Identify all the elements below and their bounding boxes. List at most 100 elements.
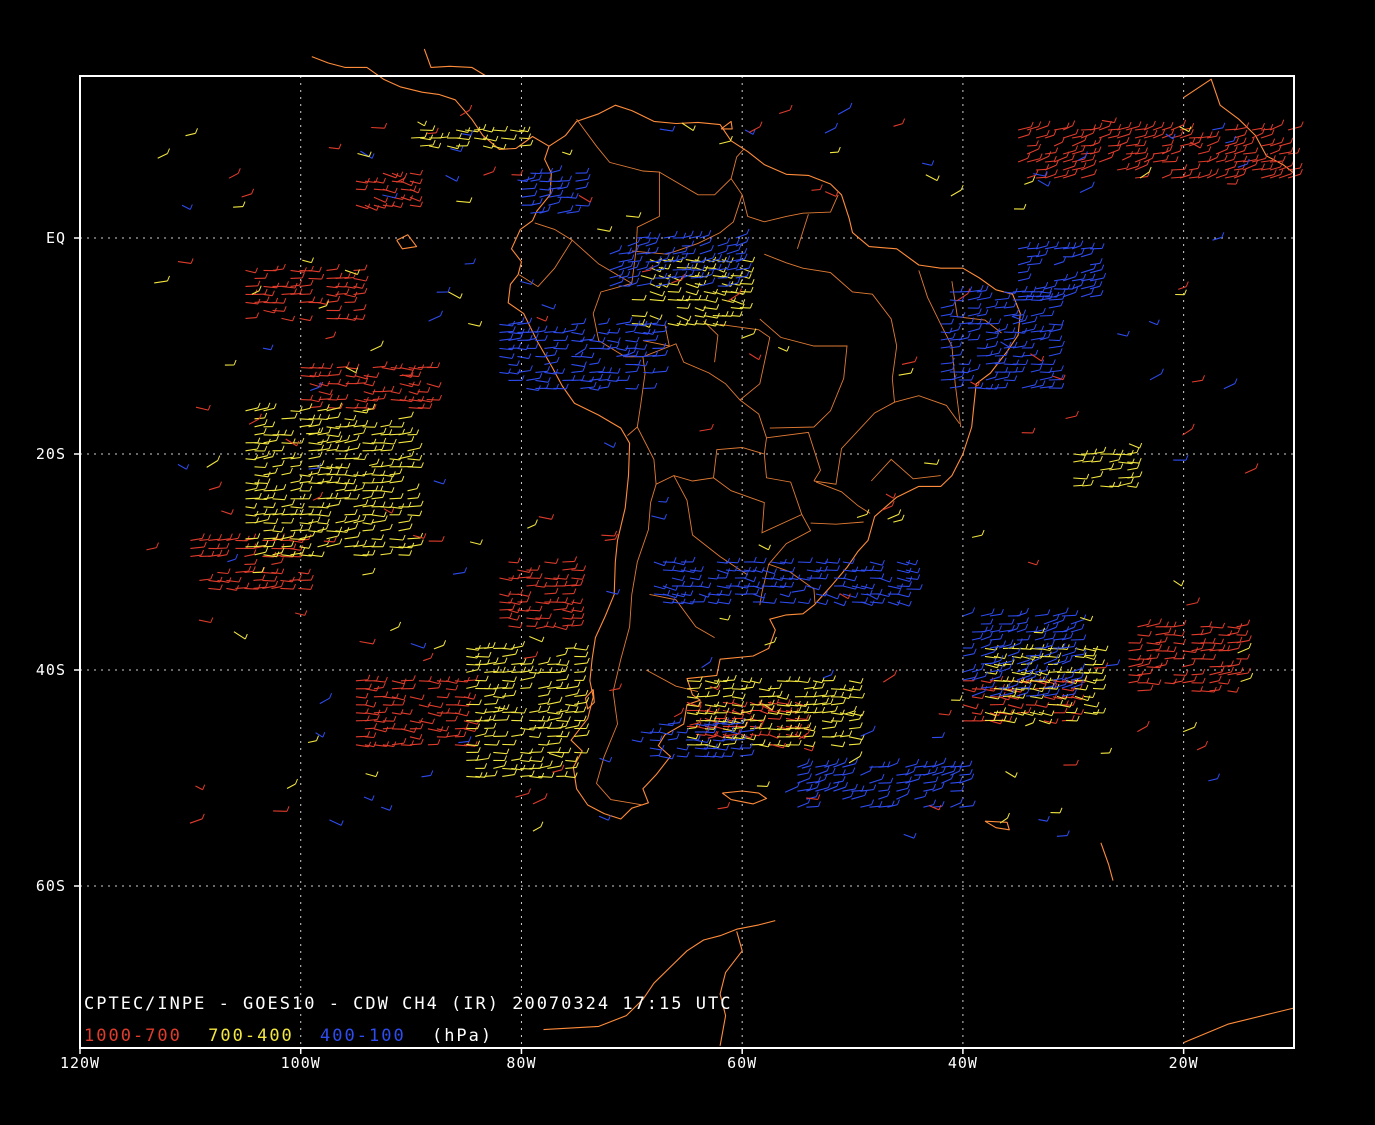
wind-barb-low xyxy=(475,674,479,681)
wind-barb-mid xyxy=(272,502,276,508)
wind-barb-high xyxy=(878,577,891,583)
wind-barb-low xyxy=(248,566,252,572)
wind-barb-low xyxy=(266,296,270,302)
wind-barb-mid xyxy=(482,145,493,149)
wind-barb-mid xyxy=(565,766,577,769)
wind-barb-mid xyxy=(705,265,708,272)
wind-barb-mid xyxy=(551,772,555,778)
wind-barb-mid xyxy=(779,690,783,696)
state-border xyxy=(759,318,848,429)
wind-barb-low xyxy=(1189,169,1193,175)
wind-barb-high xyxy=(1034,670,1046,673)
wind-barb-high xyxy=(649,754,660,757)
wind-barb-high xyxy=(837,107,851,115)
wind-barb-low xyxy=(373,711,386,714)
wind-barb-mid xyxy=(265,547,269,553)
wind-barb-high xyxy=(817,801,821,807)
wind-barb-low xyxy=(539,573,543,579)
wind-barb-mid xyxy=(466,140,470,146)
wind-barb-low xyxy=(1197,150,1209,155)
wind-barb-mid xyxy=(267,402,271,408)
wind-barb-mid xyxy=(281,460,285,466)
wind-barb-low xyxy=(553,625,567,631)
wind-barb-high xyxy=(1052,639,1055,646)
wind-barb-high xyxy=(950,308,954,315)
wind-barb-mid xyxy=(317,506,328,509)
wind-barb-high xyxy=(1025,623,1029,630)
wind-barb-high xyxy=(1060,365,1064,371)
wind-barb-mid xyxy=(813,682,817,688)
wind-barb-mid xyxy=(302,259,312,264)
wind-barb-mid xyxy=(344,484,348,490)
wind-barb-high xyxy=(664,514,667,520)
wind-barb-mid xyxy=(477,740,481,746)
wind-barb-high xyxy=(607,381,611,388)
wind-barb-low xyxy=(1197,597,1200,603)
wind-barb-mid xyxy=(583,675,586,681)
wind-barb-low xyxy=(432,718,435,724)
wind-barb-low xyxy=(1030,121,1034,128)
wind-barb-high xyxy=(1021,298,1032,301)
wind-barb-mid xyxy=(483,124,487,130)
wind-barb-mid xyxy=(1090,479,1094,486)
wind-barb-mid xyxy=(381,477,385,483)
wind-barb-mid xyxy=(856,513,868,519)
wind-barb-high xyxy=(738,244,742,251)
wind-barb-low xyxy=(1054,169,1058,175)
wind-barb-high xyxy=(616,321,631,325)
galapagos-coast xyxy=(396,234,418,250)
wind-barb-mid xyxy=(391,444,395,451)
wind-barb-high xyxy=(792,566,796,573)
wind-barb-low xyxy=(1053,155,1057,162)
wind-barb-mid xyxy=(719,617,729,621)
wind-barb-high xyxy=(658,750,662,756)
wind-barb-high xyxy=(818,566,822,573)
wind-barb-high xyxy=(460,146,464,152)
country-border xyxy=(767,514,816,604)
wind-barb-high xyxy=(1065,655,1068,662)
wind-barb-low xyxy=(308,277,322,280)
wind-barb-low xyxy=(282,263,286,270)
wind-barb-mid xyxy=(694,307,704,312)
wind-barb-mid xyxy=(1025,722,1034,727)
wind-barb-mid xyxy=(506,714,510,720)
wind-barb-mid xyxy=(560,760,564,767)
wind-barb-mid xyxy=(372,567,376,574)
wind-barb-low xyxy=(262,579,275,582)
wind-barb-mid xyxy=(576,688,580,694)
wind-barb-mid xyxy=(556,678,567,681)
wind-barb-low xyxy=(310,394,314,401)
wind-barb-high xyxy=(842,795,852,800)
wind-barb-high xyxy=(908,776,912,782)
wind-barb-mid xyxy=(407,458,420,461)
wind-barb-low xyxy=(262,574,266,580)
wind-barb-mid xyxy=(566,660,570,666)
wind-barb-mid xyxy=(290,410,301,413)
wind-barb-mid xyxy=(676,267,688,269)
wind-barb-high xyxy=(878,789,889,792)
wind-barb-high xyxy=(547,377,551,383)
wind-barb-mid xyxy=(447,131,450,138)
wind-barb-low xyxy=(493,166,496,172)
wind-barb-high xyxy=(779,601,794,604)
wind-barb-low xyxy=(409,736,420,740)
wind-barb-mid xyxy=(841,691,845,698)
wind-barb-low xyxy=(383,393,387,399)
wind-barb-mid xyxy=(565,721,569,727)
wind-barb-high xyxy=(1045,281,1049,288)
wind-barb-low xyxy=(727,293,740,302)
wind-barb-mid xyxy=(527,126,531,132)
wind-barb-high xyxy=(1059,335,1063,341)
wind-barb-high xyxy=(516,360,520,366)
wind-barb-mid xyxy=(355,523,359,529)
wind-barb-high xyxy=(1052,677,1063,681)
wind-barb-mid xyxy=(368,463,378,467)
wind-barb-mid xyxy=(290,464,301,468)
wind-barb-mid xyxy=(362,483,366,489)
wind-barb-low xyxy=(337,295,341,302)
wind-barb-high xyxy=(371,153,375,159)
wind-barb-high xyxy=(935,766,938,773)
wind-barb-high xyxy=(842,769,846,775)
wind-barb-mid xyxy=(1103,683,1107,690)
wind-barb-low xyxy=(1216,131,1220,137)
